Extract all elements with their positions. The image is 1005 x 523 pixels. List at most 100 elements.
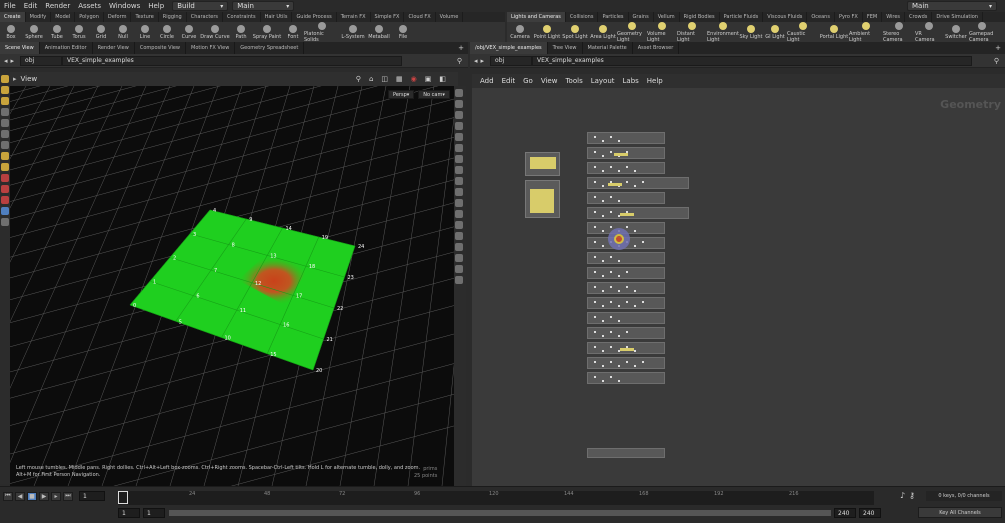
path-root[interactable]: obj [20,55,63,66]
tool-geometry-light[interactable]: Geometry Light [617,21,647,43]
record-icon[interactable]: ◉ [411,75,417,83]
key-icon[interactable]: ⚷ [909,491,915,500]
brush-tool-icon[interactable] [1,141,9,149]
pin-icon[interactable]: ⚲ [994,57,999,65]
scene-viewport[interactable]: 0 1 2 3 4 5 6 7 8 9 10 11 12 13 14 15 16 17 18 19 20 21 22 23 24… [10,86,454,486]
tool-sky-light[interactable]: Sky Light [739,24,763,40]
snap-tool-icon[interactable] [1,152,9,160]
bg-icon[interactable] [455,166,463,174]
step-back-button[interactable]: ◀ [15,491,25,501]
step-forward-button[interactable]: ▸ [51,491,61,501]
shelf-tab-rigging[interactable]: Rigging [159,12,187,22]
tool-environment-light[interactable]: Environment Light [707,21,739,43]
tab-tree-view[interactable]: Tree View [548,42,583,54]
tool-circle[interactable]: Circle [156,24,178,40]
shelf-tab-deform[interactable]: Deform [104,12,132,22]
display-normals-icon[interactable] [455,100,463,108]
vex-example-node[interactable] [587,207,689,219]
tool-camera[interactable]: Camera [507,24,533,40]
playhead[interactable] [118,491,128,504]
forward-arrow-icon[interactable]: ▸ [481,57,485,65]
subnet-node-bottom[interactable] [587,448,665,458]
key-all-channels-button[interactable]: Key All Channels [918,507,1002,518]
path-root[interactable]: obj [490,55,533,66]
vex-example-node[interactable] [587,297,665,309]
shelf-tab-terrain-fx[interactable]: Terrain FX [337,12,371,22]
vex-example-node[interactable] [587,177,689,189]
layout-icon[interactable] [455,221,463,229]
tool-null[interactable]: Null [112,24,134,40]
magnet-point-icon[interactable] [1,196,9,204]
rotate-tool-icon[interactable] [1,97,9,105]
pose-tool-icon[interactable] [1,130,9,138]
vex-example-node[interactable] [587,372,665,384]
tool-torus[interactable]: Torus [68,24,90,40]
tab-animation-editor[interactable]: Animation Editor [40,42,93,54]
tab-geometry-spreadsheet[interactable]: Geometry Spreadsheet [235,42,305,54]
current-frame-field[interactable]: 1 [79,491,105,501]
net-menu-edit[interactable]: Edit [502,77,516,85]
move-tool-icon[interactable] [1,86,9,94]
magnet-icon[interactable] [1,174,9,182]
range-slider[interactable] [169,510,831,516]
tab-material-palette[interactable]: Material Palette [583,42,633,54]
net-menu-layout[interactable]: Layout [591,77,615,85]
tool-caustic-light[interactable]: Caustic Light [787,21,819,43]
tool-line[interactable]: Line [134,24,156,40]
path-node[interactable]: VEX_simple_examples [532,55,973,66]
audio-icon[interactable]: ♪ [900,491,905,500]
back-arrow-icon[interactable]: ◂ [474,57,478,65]
tool-portal-light[interactable]: Portal Light [819,24,849,40]
tool-stereo-camera[interactable]: Stereo Camera [883,21,915,43]
shelf-tab-polygon[interactable]: Polygon [75,12,104,22]
display-guides-icon[interactable] [455,111,463,119]
grid-view-icon[interactable]: ▦ [396,75,403,83]
display-points-icon[interactable] [455,89,463,97]
back-arrow-icon[interactable]: ◂ [4,57,8,65]
tool-sphere[interactable]: Sphere [22,24,46,40]
end-range-field[interactable]: 240 [834,508,856,518]
shelf-tab-texture[interactable]: Texture [131,12,159,22]
shelf-tab-modify[interactable]: Modify [26,12,52,22]
overlay-icon[interactable] [455,210,463,218]
tool-volume-light[interactable]: Volume Light [647,21,677,43]
tab-network-view[interactable]: /obj/VEX_simple_examples [470,42,548,54]
tool-gi-light[interactable]: GI Light [763,24,787,40]
stereo-icon[interactable] [455,276,463,284]
lighting-icon[interactable] [455,122,463,130]
tab-render-view[interactable]: Render View [93,42,135,54]
jump-end-button[interactable]: ⏭ [63,491,73,501]
tab-asset-browser[interactable]: Asset Browser [633,42,680,54]
selected-node-highlight[interactable] [608,228,630,250]
shading-mode-icon[interactable] [455,133,463,141]
start-range-field[interactable]: 1 [143,508,165,518]
vex-example-node[interactable] [587,162,665,174]
tool-spot-light[interactable]: Spot Light [561,24,589,40]
net-menu-help[interactable]: Help [647,77,663,85]
vex-example-node[interactable] [587,267,665,279]
display-options-icon[interactable]: ◧ [439,75,446,83]
sticky-note-2[interactable] [525,180,560,218]
tool-path[interactable]: Path [230,24,252,40]
context-select[interactable]: Main ▾ [232,1,295,11]
vex-example-node[interactable] [587,327,665,339]
end-frame-field[interactable]: 240 [859,508,881,518]
menu-assets[interactable]: Assets [78,2,101,10]
desktop-select[interactable]: Build ▾ [172,1,229,11]
fog-icon[interactable] [455,265,463,273]
add-tab-icon[interactable]: + [995,44,1001,52]
handle-tool-icon[interactable] [1,108,9,116]
ghost-icon[interactable] [455,155,463,163]
net-menu-add[interactable]: Add [480,77,494,85]
vex-example-node[interactable] [587,357,665,369]
path-node[interactable]: VEX_simple_examples [62,55,403,66]
timeline-scrubber[interactable]: 24 48 72 96 120 144 168 192 216 [118,491,874,505]
shelf-tab-constraints[interactable]: Constraints [223,12,261,22]
scale-tool-icon[interactable] [1,163,9,171]
shelf-tab-model[interactable]: Model [51,12,76,22]
pin-icon[interactable]: ⚲ [457,57,462,65]
tool-box[interactable]: Box [0,24,22,40]
safe-area-icon[interactable] [455,254,463,262]
tool-curve[interactable]: Curve [178,24,200,40]
tab-composite-view[interactable]: Composite View [135,42,186,54]
